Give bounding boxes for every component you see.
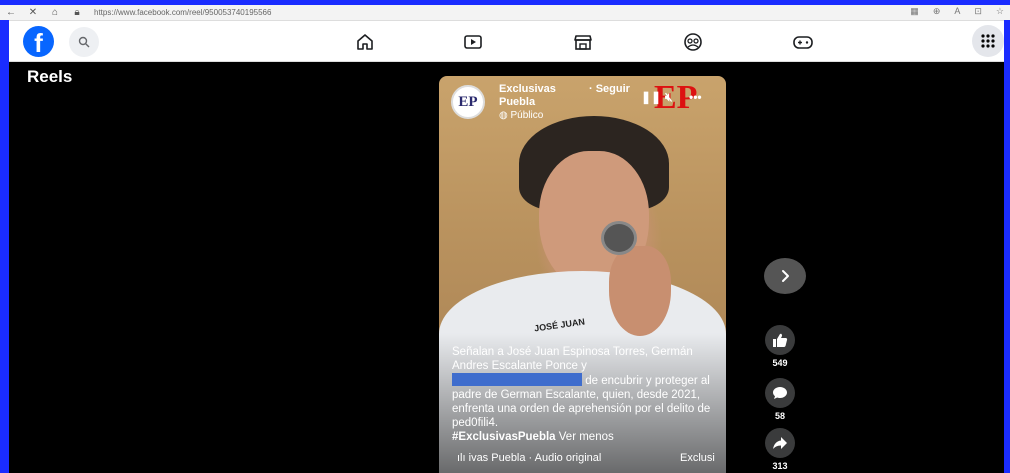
follow-button[interactable]: · Seguir (589, 83, 630, 95)
facebook-header: f (9, 21, 1004, 62)
page-name-link[interactable]: Exclusivas Puebla (499, 83, 569, 109)
share-icon (773, 437, 787, 449)
video-icon[interactable] (462, 31, 484, 53)
groups-icon[interactable] (682, 31, 704, 53)
zoom-icon[interactable]: ⊕ (933, 6, 941, 17)
favorite-icon[interactable]: ☆ (996, 6, 1004, 17)
reel-video[interactable]: JOSÉ JUAN EP EP Exclusivas Puebla · Segu… (439, 76, 726, 473)
lock-icon: 🔒︎ (74, 7, 80, 18)
thumbs-up-icon (773, 333, 788, 347)
pause-icon[interactable]: ❚❚ (641, 90, 661, 104)
comment-button[interactable] (765, 378, 795, 408)
gaming-icon[interactable] (792, 31, 814, 53)
comment-icon (773, 387, 787, 399)
share-count: 313 (772, 461, 788, 471)
share-button[interactable] (765, 428, 795, 458)
browser-toolbar: ← ✕ ⌂ 🔒︎ https://www.facebook.com/reel/9… (0, 5, 1010, 21)
mute-icon[interactable]: 🔇︎ (665, 90, 673, 105)
chevron-right-icon (782, 270, 789, 282)
reel-caption: Señalan a José Juan Espinosa Torres, Ger… (452, 345, 717, 444)
comment-count: 58 (774, 411, 785, 421)
next-reel-button[interactable] (764, 258, 806, 294)
like-count: 549 (772, 358, 788, 368)
like-action[interactable]: 549 (765, 325, 795, 368)
grid-menu-icon (981, 34, 995, 48)
redacted-block (452, 373, 582, 386)
audio-marquee: Exclusi (680, 452, 715, 464)
see-less-link[interactable]: Ver menos (559, 431, 614, 443)
menu-button[interactable] (972, 25, 1004, 57)
globe-icon: ◍ (499, 110, 511, 121)
home-browser-icon[interactable]: ⌂ (44, 7, 66, 18)
audio-wave-icon: ılı (457, 452, 469, 464)
microphone (601, 221, 637, 255)
hashtag-link[interactable]: #ExclusivasPuebla (452, 431, 556, 443)
browser-actions: ▦ ⊕ A ⊡ ☆ (910, 6, 1004, 17)
facebook-logo[interactable]: f (23, 26, 54, 57)
page-avatar[interactable]: EP (451, 85, 485, 119)
audio-label: ivas Puebla · Audio original (468, 452, 602, 464)
more-options-icon[interactable]: ••• (689, 90, 702, 104)
read-aloud-icon[interactable]: A (954, 6, 960, 17)
marketplace-icon[interactable] (572, 31, 594, 53)
privacy-label: ◍ Público (499, 110, 543, 121)
share-action[interactable]: 313 (765, 428, 795, 471)
back-icon[interactable]: ← (0, 7, 22, 18)
audio-info[interactable]: ılı ivas Puebla · Audio original (457, 452, 601, 464)
extensions-icon[interactable]: ⊡ (974, 6, 982, 17)
close-icon[interactable]: ✕ (22, 7, 44, 18)
privacy-text: Público (510, 110, 544, 121)
comment-action[interactable]: 58 (765, 378, 795, 421)
search-button[interactable] (69, 27, 99, 57)
page-title: Reels (27, 67, 73, 86)
screenshot-frame: ← ✕ ⌂ 🔒︎ https://www.facebook.com/reel/9… (0, 0, 1010, 473)
like-button[interactable] (765, 325, 795, 355)
reader-icon[interactable]: ▦ (910, 6, 919, 17)
address-bar[interactable]: https://www.facebook.com/reel/9500537401… (94, 8, 271, 17)
home-icon[interactable] (354, 31, 376, 53)
caption-text-1: Señalan a José Juan Espinosa Torres, Ger… (452, 346, 693, 372)
frame-right-border (1004, 20, 1010, 473)
frame-left-border (0, 20, 9, 473)
search-icon (78, 36, 90, 48)
video-subject-hand (609, 246, 671, 336)
